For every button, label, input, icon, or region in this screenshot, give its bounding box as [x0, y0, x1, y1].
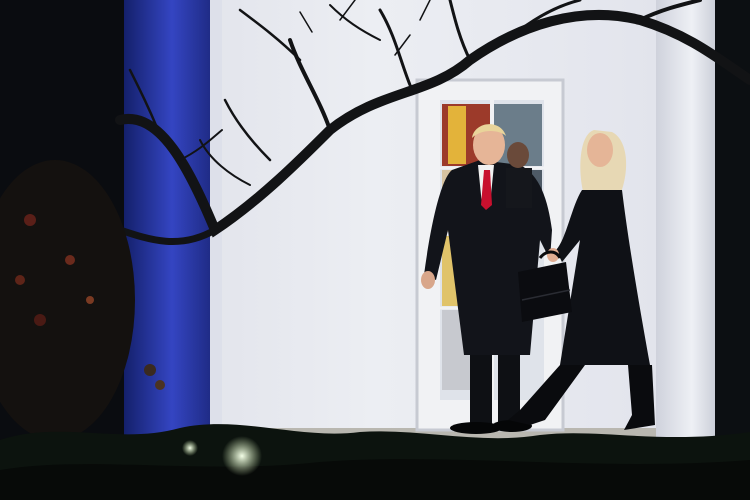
photo-scene — [0, 0, 750, 500]
garden-light — [222, 436, 262, 476]
person-in-background — [506, 142, 532, 208]
garden-light-small — [182, 440, 198, 456]
